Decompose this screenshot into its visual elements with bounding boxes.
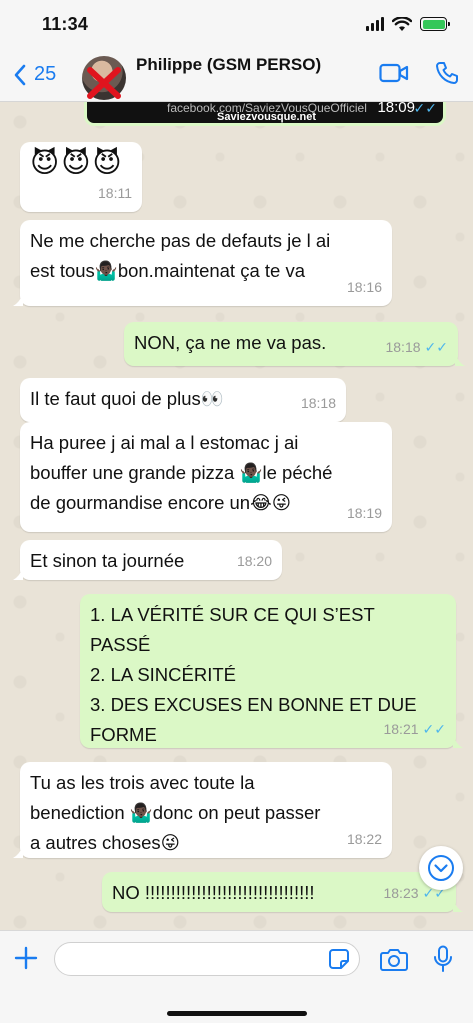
avatar[interactable] — [82, 55, 126, 100]
message-incoming[interactable]: Ne me cherche pas de defauts je l ai est… — [13, 220, 392, 306]
red-cross-icon — [87, 66, 121, 99]
input-bar — [0, 930, 473, 1023]
chat-area[interactable]: facebook.com/SaviezVousQueOfficiel Savie… — [0, 102, 473, 930]
read-ticks-icon: ✓✓ — [422, 721, 446, 737]
status-icons — [366, 16, 450, 32]
message-time: 18:11 — [98, 185, 132, 201]
message-time: 18:20 — [236, 553, 272, 569]
back-chevron-icon — [14, 64, 26, 85]
message-text: Ne me cherche pas de defauts je l ai est… — [30, 230, 331, 281]
wifi-icon — [392, 16, 412, 31]
sticker-icon[interactable] — [328, 948, 350, 970]
message-incoming[interactable]: Il te faut quoi de plus👀 18:18 — [20, 378, 346, 422]
message-input[interactable] — [54, 942, 360, 976]
home-indicator — [167, 1011, 307, 1016]
scroll-to-bottom-button[interactable] — [419, 846, 463, 890]
header-actions — [379, 61, 459, 85]
message-incoming[interactable]: Tu as les trois avec toute la benedictio… — [13, 762, 392, 858]
image-caption-line2: Saviezvousque.net — [217, 111, 317, 123]
message-text: Ha puree j ai mal a l estomac j ai bouff… — [30, 432, 333, 513]
message-text: Il te faut quoi de plus👀 — [30, 388, 224, 409]
phone-icon[interactable] — [435, 61, 459, 85]
message-incoming[interactable]: Et sinon ta journée 18:20 — [13, 540, 282, 580]
read-ticks-icon: ✓✓ — [413, 102, 437, 116]
back-button[interactable]: 25 — [14, 63, 82, 86]
message-time: 18:22 — [346, 831, 382, 847]
message-time: 18:19 — [346, 505, 382, 521]
message-text: Et sinon ta journée — [30, 550, 185, 571]
message-incoming[interactable]: Ha puree j ai mal a l estomac j ai bouff… — [20, 422, 392, 532]
chat-header: 25 Philippe (GSM PERSO) — [0, 48, 473, 102]
cellular-signal-icon — [366, 17, 384, 31]
message-time: 18:09 — [377, 102, 415, 116]
message-time: 18:16 — [346, 279, 382, 295]
message-text: 😈😈😈 — [30, 147, 124, 178]
video-call-icon[interactable] — [379, 63, 409, 83]
status-bar: 11:34 — [0, 0, 473, 48]
message-outgoing[interactable]: NON, ça ne me va pas. 18:18 ✓✓ — [124, 322, 465, 366]
message-text: Tu as les trois avec toute la benedictio… — [30, 772, 321, 853]
message-incoming[interactable]: 😈😈😈 18:11 — [20, 142, 142, 212]
message-time: 18:18 — [300, 395, 336, 411]
plus-icon[interactable] — [13, 945, 39, 971]
camera-icon[interactable] — [380, 946, 408, 972]
message-outgoing[interactable]: NO !!!!!!!!!!!!!!!!!!!!!!!!!!!!!!!!! 18:… — [102, 872, 463, 912]
message-time: 18:18 — [385, 339, 421, 355]
read-ticks-icon: ✓✓ — [424, 339, 448, 355]
battery-icon — [420, 17, 450, 31]
message-time: 18:21 — [383, 721, 419, 737]
contact-name[interactable]: Philippe (GSM PERSO) — [136, 55, 379, 75]
status-time: 11:34 — [42, 13, 89, 34]
unread-count: 25 — [34, 63, 57, 85]
chevron-down-icon — [428, 855, 454, 881]
microphone-icon[interactable] — [433, 945, 453, 973]
message-time: 18:23 — [383, 885, 419, 901]
forwarded-image[interactable]: facebook.com/SaviezVousQueOfficiel Savie… — [84, 102, 446, 126]
message-outgoing[interactable]: 1. LA VÉRITÉ SUR CE QUI S’EST PASSÉ 2. L… — [80, 594, 463, 748]
